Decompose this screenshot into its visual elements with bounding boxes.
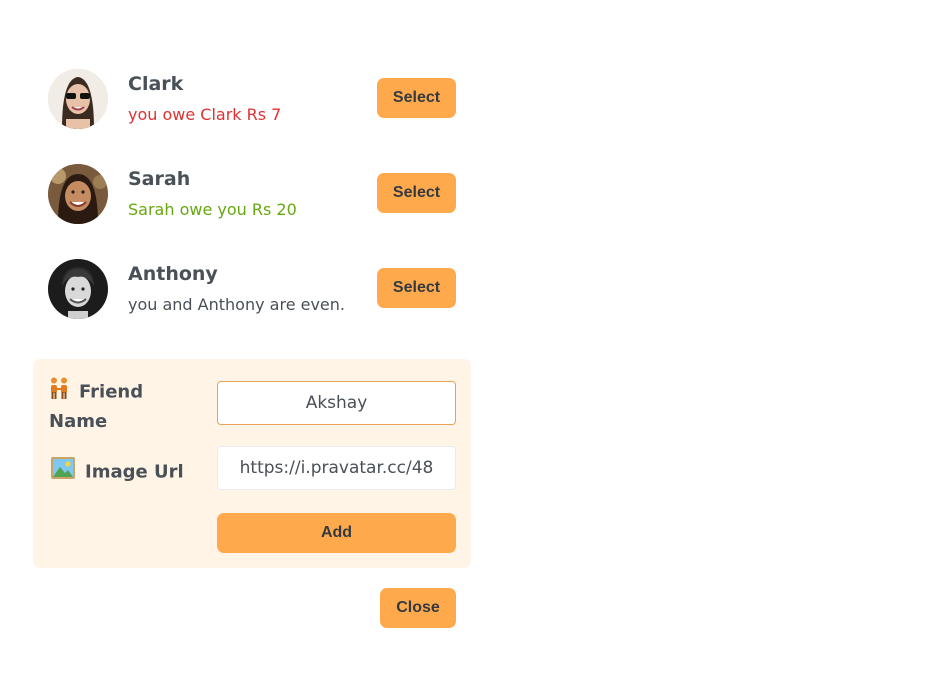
people-holding-hands-icon [49, 377, 69, 408]
avatar [48, 259, 108, 319]
friend-balance-status: Sarah owe you Rs 20 [128, 200, 297, 219]
friend-name-input[interactable] [217, 381, 456, 425]
avatar-image-anthony [48, 259, 108, 319]
friend-item-anthony: Anthony you and Anthony are even. Select [48, 259, 456, 319]
select-friend-button[interactable]: Select [377, 173, 456, 213]
friend-name: Anthony [128, 263, 218, 285]
friend-balance-status: you and Anthony are even. [128, 295, 345, 314]
framed-picture-icon [51, 457, 75, 488]
add-friend-form: Friend Name Image Url Add [33, 359, 471, 568]
friend-item-clark: Clark you owe Clark Rs 7 Select [48, 69, 456, 129]
avatar-image-sarah [48, 164, 108, 224]
avatar [48, 164, 108, 224]
avatar-image-clark [48, 69, 108, 129]
image-url-input[interactable] [217, 446, 456, 490]
select-friend-button[interactable]: Select [377, 78, 456, 118]
add-friend-button[interactable]: Add [217, 513, 456, 553]
select-friend-button[interactable]: Select [377, 268, 456, 308]
close-button[interactable]: Close [380, 588, 456, 628]
image-url-label-text: Image Url [85, 461, 184, 483]
friend-balance-status: you owe Clark Rs 7 [128, 105, 282, 124]
friend-name-label: Friend Name [49, 377, 199, 436]
avatar [48, 69, 108, 129]
friend-name: Sarah [128, 168, 191, 190]
image-url-label: Image Url [51, 457, 211, 488]
friend-name: Clark [128, 73, 184, 95]
friend-item-sarah: Sarah Sarah owe you Rs 20 Select [48, 164, 456, 224]
